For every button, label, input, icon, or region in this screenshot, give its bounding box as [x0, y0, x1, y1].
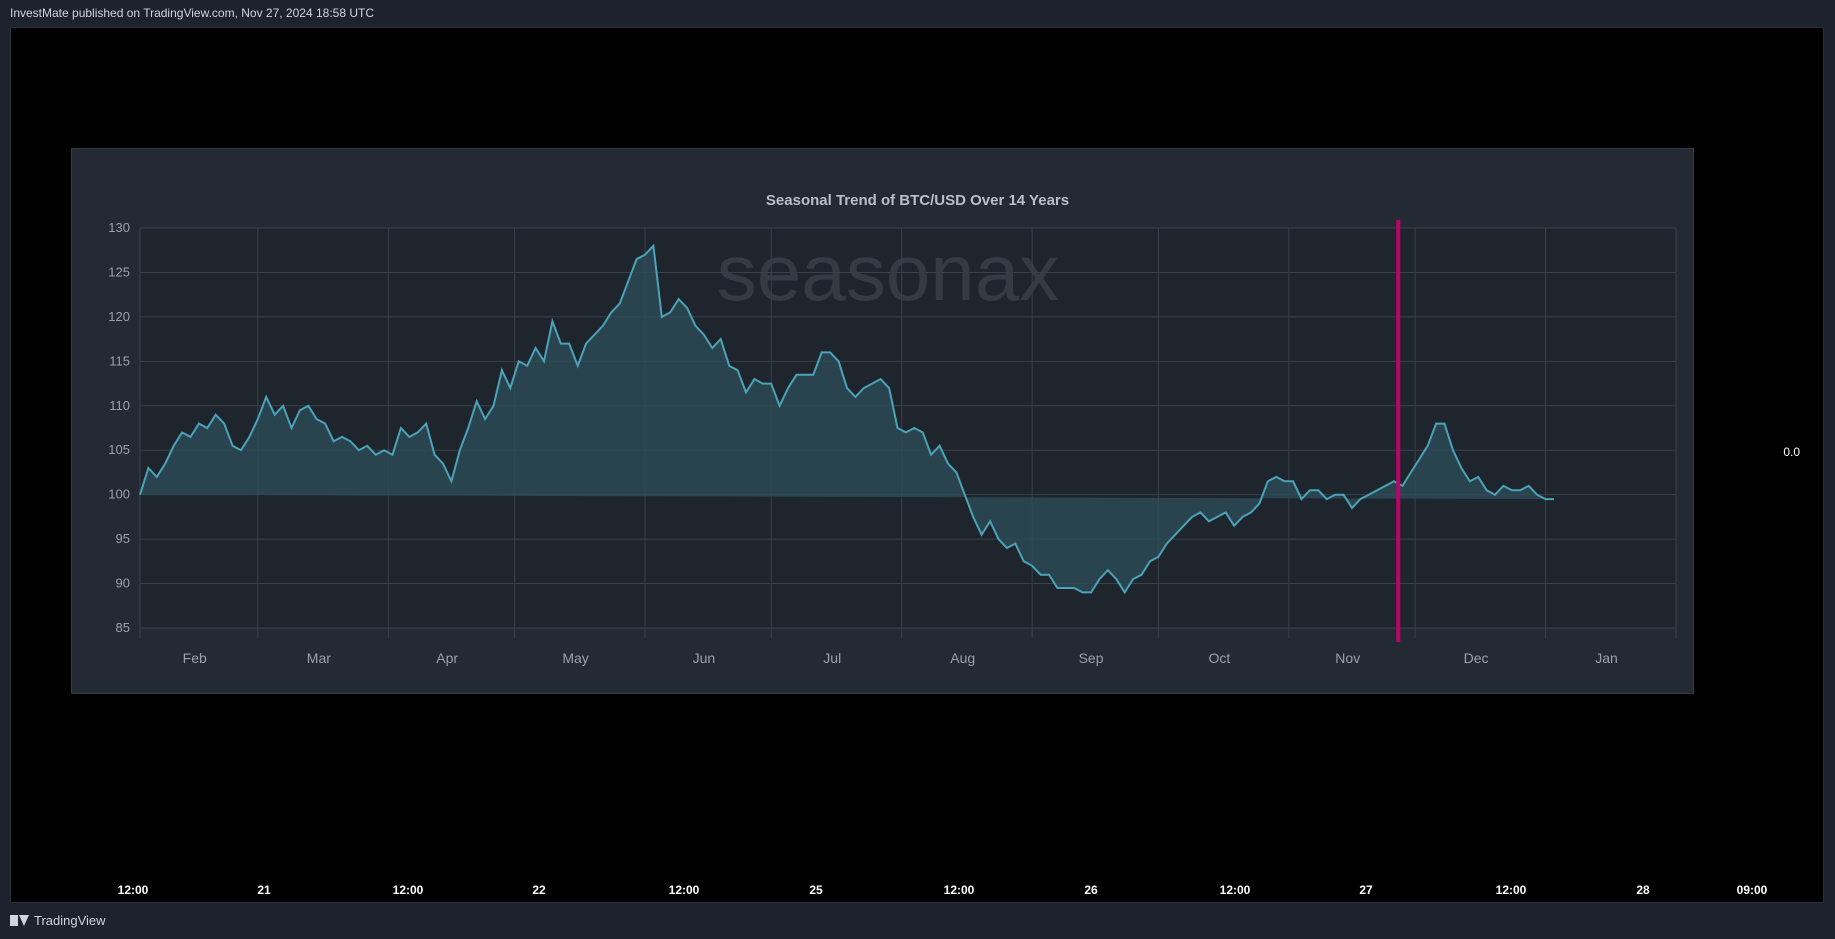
time-axis-label: 09:00 — [1736, 883, 1768, 897]
seasonal-chart-card — [71, 148, 1694, 694]
chart-title: Seasonal Trend of BTC/USD Over 14 Years — [765, 192, 1070, 209]
time-axis-label: 22 — [532, 883, 546, 897]
time-axis-label: 27 — [1359, 883, 1373, 897]
time-axis-label: 12:00 — [392, 883, 424, 897]
tradingview-brand: TradingView — [34, 913, 106, 928]
time-axis-label: 12:00 — [1219, 883, 1251, 897]
time-axis[interactable]: 12:00 21 12:00 22 12:00 25 12:00 26 12:00 27 12:00… — [10, 875, 1824, 903]
tradingview-footer[interactable]: TradingView — [10, 913, 106, 928]
price-axis-label: 0.0 — [1783, 445, 1800, 459]
time-axis-label: 12:00 — [943, 883, 975, 897]
time-axis-label: 12:00 — [1495, 883, 1527, 897]
time-axis-label: 26 — [1084, 883, 1098, 897]
time-axis-label: 25 — [809, 883, 823, 897]
publisher-info: InvestMate published on TradingView.com,… — [10, 6, 374, 20]
time-axis-label: 12:00 — [117, 883, 149, 897]
time-axis-label: 12:00 — [668, 883, 700, 897]
time-axis-label: 28 — [1636, 883, 1650, 897]
tradingview-logo-icon — [10, 915, 29, 926]
time-axis-label: 21 — [257, 883, 271, 897]
